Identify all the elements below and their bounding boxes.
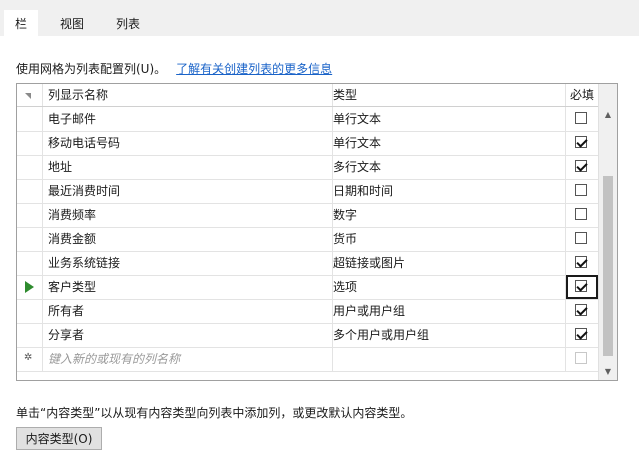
content-type-note: 单击“内容类型”以从现有内容类型向列表中添加列，或更改默认内容类型。 — [16, 406, 413, 420]
column-name-cell[interactable]: 移动电话号码 — [43, 131, 333, 155]
learn-more-link[interactable]: 了解有关创建列表的更多信息 — [176, 62, 332, 76]
required-cell — [566, 179, 598, 203]
content-type-button[interactable]: 内容类型(O) — [16, 427, 102, 450]
required-checkbox[interactable] — [575, 328, 587, 340]
column-name-cell[interactable]: 消费频率 — [43, 203, 333, 227]
required-checkbox[interactable] — [575, 112, 587, 124]
row-header[interactable] — [17, 203, 43, 227]
table-row[interactable]: 地址 多行文本 — [17, 155, 598, 180]
row-header[interactable] — [17, 107, 43, 131]
column-type-cell[interactable]: 超链接或图片 — [329, 251, 566, 275]
new-row[interactable]: ✲ 键入新的或现有的列名称 — [17, 347, 598, 372]
vertical-scrollbar[interactable]: ▲ ▼ — [598, 84, 617, 380]
row-header[interactable] — [17, 179, 43, 203]
scroll-up-icon[interactable]: ▲ — [599, 106, 617, 123]
table-row[interactable]: 消费频率 数字 — [17, 203, 598, 228]
scroll-thumb[interactable] — [603, 176, 613, 356]
required-checkbox[interactable] — [575, 184, 587, 196]
required-cell — [566, 323, 598, 347]
required-checkbox[interactable] — [575, 208, 587, 220]
columns-grid[interactable]: 列显示名称 类型 必填 电子邮件 单行文本 移动电话号码 单行文本 地址 多行文… — [16, 83, 618, 381]
table-row-selected[interactable]: 客户类型 选项 — [17, 275, 598, 300]
row-header[interactable] — [17, 155, 43, 179]
row-header[interactable] — [17, 251, 43, 275]
required-checkbox[interactable] — [575, 232, 587, 244]
table-row[interactable]: 最近消费时间 日期和时间 — [17, 179, 598, 204]
column-name-cell[interactable]: 电子邮件 — [43, 107, 333, 131]
header-corner — [17, 84, 43, 106]
instruction-text: 使用网格为列表配置列(U)。 — [16, 62, 167, 76]
column-type-cell[interactable]: 用户或用户组 — [329, 299, 566, 323]
tab-columns[interactable]: 栏 — [4, 10, 38, 36]
column-type-cell[interactable]: 单行文本 — [329, 131, 566, 155]
column-type-cell[interactable]: 单行文本 — [329, 107, 566, 131]
scroll-down-icon[interactable]: ▼ — [599, 363, 617, 380]
table-row[interactable]: 移动电话号码 单行文本 — [17, 131, 598, 156]
tab-list[interactable]: 列表 — [104, 12, 152, 36]
required-checkbox[interactable] — [575, 256, 587, 268]
column-name-cell[interactable]: 地址 — [43, 155, 333, 179]
table-row[interactable]: 所有者 用户或用户组 — [17, 299, 598, 324]
column-type-cell[interactable]: 日期和时间 — [329, 179, 566, 203]
column-type-cell[interactable]: 选项 — [329, 275, 566, 299]
grid-header: 列显示名称 类型 必填 — [17, 84, 598, 107]
row-header[interactable] — [17, 275, 43, 299]
column-type-cell[interactable]: 多个用户或用户组 — [329, 323, 566, 347]
tab-views[interactable]: 视图 — [48, 12, 96, 36]
required-cell — [566, 107, 598, 131]
header-required[interactable]: 必填 — [566, 84, 598, 106]
column-type-cell[interactable]: 多行文本 — [329, 155, 566, 179]
column-type-cell[interactable]: 数字 — [329, 203, 566, 227]
table-row[interactable]: 分享者 多个用户或用户组 — [17, 323, 598, 348]
column-name-cell[interactable]: 消费金额 — [43, 227, 333, 251]
row-header[interactable] — [17, 299, 43, 323]
required-cell — [566, 251, 598, 275]
required-cell — [566, 347, 598, 371]
row-header[interactable] — [17, 323, 43, 347]
row-header[interactable] — [17, 227, 43, 251]
required-cell — [566, 155, 598, 179]
required-checkbox[interactable] — [575, 352, 587, 364]
column-type-cell[interactable]: 货币 — [329, 227, 566, 251]
column-name-cell[interactable]: 所有者 — [43, 299, 333, 323]
required-checkbox[interactable] — [575, 136, 587, 148]
table-row[interactable]: 消费金额 货币 — [17, 227, 598, 252]
header-name[interactable]: 列显示名称 — [43, 84, 333, 106]
instruction-line: 使用网格为列表配置列(U)。 了解有关创建列表的更多信息 — [16, 60, 332, 77]
row-header[interactable] — [17, 131, 43, 155]
current-row-arrow-icon — [25, 281, 34, 293]
table-row[interactable]: 电子邮件 单行文本 — [17, 107, 598, 132]
selected-cell-outline — [566, 275, 598, 299]
column-type-cell[interactable] — [329, 347, 566, 371]
table-row[interactable]: 业务系统链接 超链接或图片 — [17, 251, 598, 276]
header-type[interactable]: 类型 — [329, 84, 566, 106]
required-checkbox[interactable] — [575, 304, 587, 316]
new-row-asterisk-icon: ✲ — [24, 352, 33, 363]
required-cell — [566, 299, 598, 323]
column-name-cell[interactable]: 业务系统链接 — [43, 251, 333, 275]
column-name-cell[interactable]: 分享者 — [43, 323, 333, 347]
required-checkbox[interactable] — [575, 160, 587, 172]
new-column-name-input[interactable]: 键入新的或现有的列名称 — [43, 347, 333, 371]
sort-indicator-icon — [25, 93, 31, 99]
required-cell — [566, 227, 598, 251]
column-name-cell[interactable]: 最近消费时间 — [43, 179, 333, 203]
tab-bar: 栏 视图 列表 — [0, 0, 639, 36]
required-cell — [566, 131, 598, 155]
column-name-cell[interactable]: 客户类型 — [43, 275, 333, 299]
row-header[interactable]: ✲ — [17, 347, 43, 371]
required-cell — [566, 203, 598, 227]
